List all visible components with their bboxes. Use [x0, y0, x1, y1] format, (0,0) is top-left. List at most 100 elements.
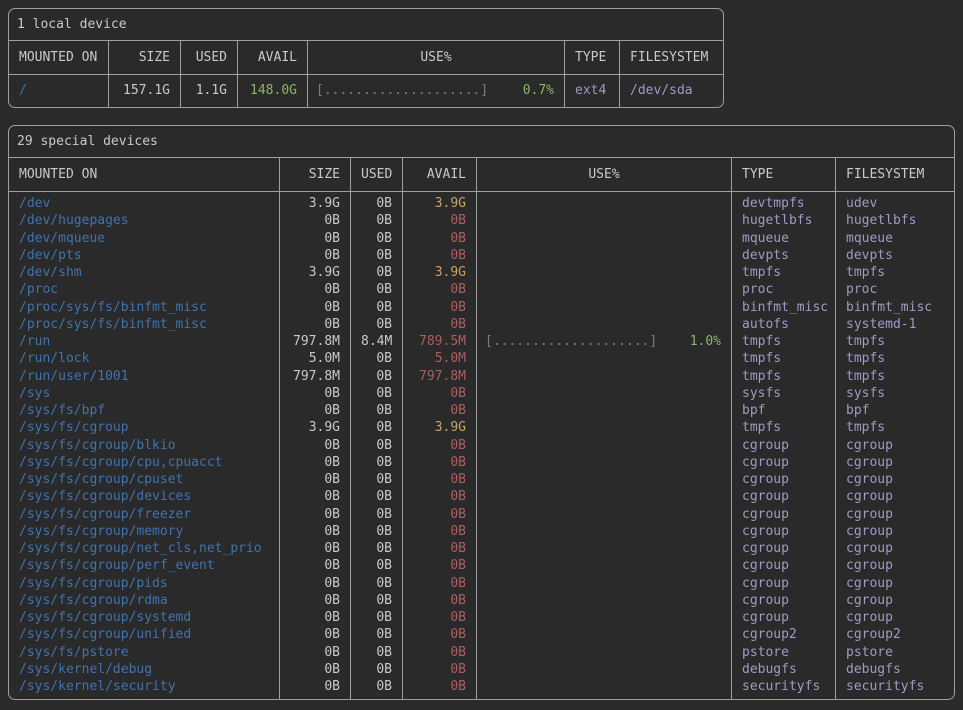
cell-size: 0B	[280, 437, 351, 454]
table-row: /run797.8M8.4M789.5M[...................…	[9, 333, 954, 350]
table-row: /sys/fs/cgroup/blkio0B0B0Bcgroupcgroup	[9, 437, 954, 454]
cell-size: 157.1G	[109, 75, 181, 107]
cell-avail: 0B	[403, 592, 477, 609]
cell-use-percent	[477, 523, 732, 540]
cell-fs: bpf	[836, 402, 954, 419]
cell-used: 0B	[351, 678, 403, 699]
cell-use-percent	[477, 626, 732, 643]
column-header-use-: USE%	[308, 41, 565, 74]
column-header-avail: AVAIL	[403, 158, 477, 191]
cell-used: 0B	[351, 557, 403, 574]
cell-avail: 0B	[403, 437, 477, 454]
cell-type: tmpfs	[732, 350, 836, 367]
table-body: /157.1G1.1G148.0G[....................]0…	[9, 75, 723, 107]
cell-avail: 0B	[403, 212, 477, 229]
cell-type: securityfs	[732, 678, 836, 699]
cell-type: cgroup	[732, 557, 836, 574]
table-title-special-devices: 29 special devices	[9, 126, 954, 158]
cell-type: cgroup	[732, 471, 836, 488]
cell-size: 0B	[280, 230, 351, 247]
cell-size: 0B	[280, 247, 351, 264]
cell-use-percent	[477, 644, 732, 661]
cell-used: 0B	[351, 523, 403, 540]
cell-size: 0B	[280, 540, 351, 557]
cell-mount: /sys/fs/cgroup/cpuset	[9, 471, 280, 488]
table-row: /sys0B0B0Bsysfssysfs	[9, 385, 954, 402]
cell-mount: /	[9, 75, 109, 107]
cell-use-percent	[477, 557, 732, 574]
cell-avail: 3.9G	[403, 192, 477, 212]
cell-used: 0B	[351, 212, 403, 229]
cell-mount: /sys/kernel/security	[9, 678, 280, 699]
cell-avail: 0B	[403, 626, 477, 643]
cell-use-percent	[477, 419, 732, 436]
cell-type: devpts	[732, 247, 836, 264]
cell-type: cgroup	[732, 540, 836, 557]
cell-size: 0B	[280, 575, 351, 592]
column-header-filesystem: FILESYSTEM	[620, 41, 723, 74]
cell-avail: 0B	[403, 644, 477, 661]
cell-avail: 0B	[403, 540, 477, 557]
table-row: /sys/kernel/debug0B0B0Bdebugfsdebugfs	[9, 661, 954, 678]
cell-fs: pstore	[836, 644, 954, 661]
cell-size: 797.8M	[280, 368, 351, 385]
cell-type: ext4	[565, 75, 620, 107]
table-row: /sys/fs/cgroup/cpuset0B0B0Bcgroupcgroup	[9, 471, 954, 488]
cell-avail: 3.9G	[403, 419, 477, 436]
table-row: /run/lock5.0M0B5.0Mtmpfstmpfs	[9, 350, 954, 367]
cell-avail: 0B	[403, 678, 477, 699]
cell-fs: devpts	[836, 247, 954, 264]
cell-use-percent	[477, 488, 732, 505]
cell-mount: /sys/fs/cgroup/blkio	[9, 437, 280, 454]
cell-mount: /sys/fs/cgroup/freezer	[9, 506, 280, 523]
usage-percent: 1.0%	[690, 333, 721, 350]
cell-use-percent	[477, 437, 732, 454]
cell-fs: securityfs	[836, 678, 954, 699]
table-row: /sys/fs/bpf0B0B0Bbpfbpf	[9, 402, 954, 419]
cell-avail: 0B	[403, 316, 477, 333]
column-header-size: SIZE	[109, 41, 181, 74]
cell-fs: cgroup	[836, 471, 954, 488]
cell-mount: /dev/mqueue	[9, 230, 280, 247]
cell-use-percent	[477, 350, 732, 367]
cell-size: 0B	[280, 281, 351, 298]
cell-mount: /dev/pts	[9, 247, 280, 264]
cell-avail: 0B	[403, 506, 477, 523]
cell-mount: /sys/fs/cgroup/cpu,cpuacct	[9, 454, 280, 471]
column-header-used: USED	[351, 158, 403, 191]
cell-used: 0B	[351, 626, 403, 643]
cell-mount: /sys/fs/cgroup/pids	[9, 575, 280, 592]
cell-used: 0B	[351, 488, 403, 505]
cell-use-percent	[477, 299, 732, 316]
cell-type: devtmpfs	[732, 192, 836, 212]
cell-use-percent	[477, 454, 732, 471]
cell-avail: 148.0G	[238, 75, 308, 107]
table-header-row: MOUNTED ONSIZEUSEDAVAILUSE%TYPEFILESYSTE…	[9, 158, 954, 192]
cell-mount: /proc/sys/fs/binfmt_misc	[9, 316, 280, 333]
cell-type: autofs	[732, 316, 836, 333]
cell-use-percent	[477, 661, 732, 678]
table-row: /sys/fs/cgroup/cpu,cpuacct0B0B0Bcgroupcg…	[9, 454, 954, 471]
cell-size: 0B	[280, 626, 351, 643]
column-header-used: USED	[181, 41, 238, 74]
cell-type: cgroup	[732, 506, 836, 523]
cell-fs: debugfs	[836, 661, 954, 678]
cell-fs: hugetlbfs	[836, 212, 954, 229]
cell-size: 0B	[280, 402, 351, 419]
cell-fs: proc	[836, 281, 954, 298]
cell-type: cgroup	[732, 609, 836, 626]
cell-use-percent	[477, 540, 732, 557]
cell-size: 3.9G	[280, 419, 351, 436]
cell-avail: 0B	[403, 299, 477, 316]
usage-bar: [....................]	[485, 333, 657, 350]
cell-fs: tmpfs	[836, 419, 954, 436]
cell-fs: cgroup	[836, 506, 954, 523]
cell-used: 0B	[351, 592, 403, 609]
cell-fs: tmpfs	[836, 368, 954, 385]
cell-type: debugfs	[732, 661, 836, 678]
table-row: /sys/fs/cgroup/memory0B0B0Bcgroupcgroup	[9, 523, 954, 540]
cell-use-percent	[477, 592, 732, 609]
cell-mount: /sys/fs/cgroup/devices	[9, 488, 280, 505]
cell-size: 0B	[280, 592, 351, 609]
cell-used: 0B	[351, 661, 403, 678]
